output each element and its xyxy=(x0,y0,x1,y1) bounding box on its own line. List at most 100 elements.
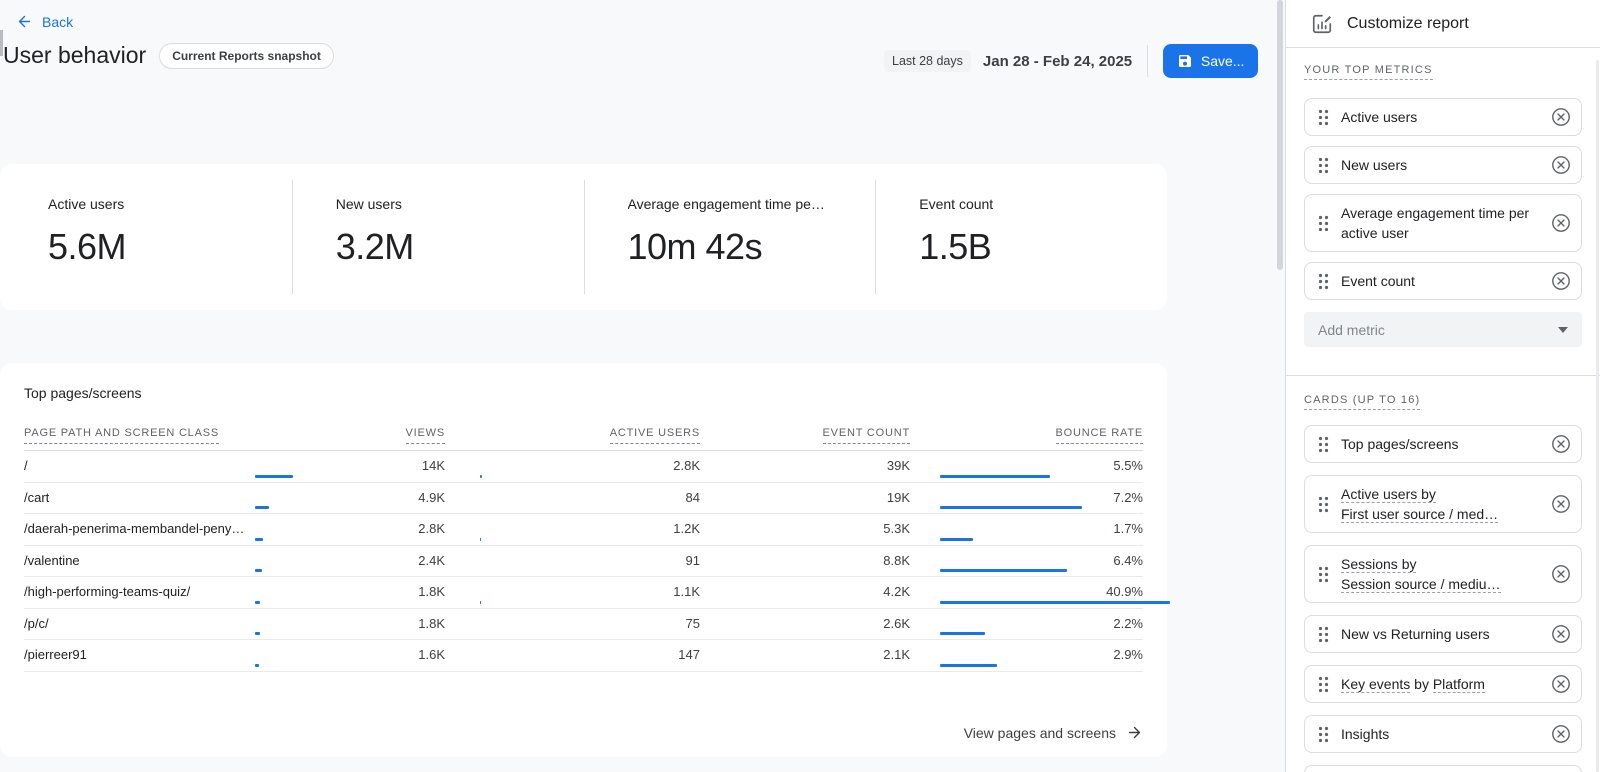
label-text: by xyxy=(1410,676,1433,692)
edit-chart-icon xyxy=(1311,13,1333,35)
drag-handle-icon[interactable] xyxy=(1318,726,1329,743)
metric-item[interactable]: Active users xyxy=(1304,98,1582,136)
views-bar xyxy=(255,475,293,478)
chevron-down-icon xyxy=(1558,327,1568,333)
metric-item[interactable]: Event count xyxy=(1304,262,1582,300)
date-range-text[interactable]: Jan 28 - Feb 24, 2025 xyxy=(983,53,1132,70)
cell-active: 1.1K xyxy=(480,577,700,608)
cell-event: 2.6K xyxy=(712,609,910,640)
table-row: /14K2.8K39K5.5% xyxy=(24,451,1143,483)
cell-value: 19K xyxy=(887,490,910,505)
drag-handle-icon[interactable] xyxy=(1318,215,1329,232)
table-row: /p/c/1.8K752.6K2.2% xyxy=(24,609,1143,641)
cell-active: 84 xyxy=(480,483,700,514)
report-card-item[interactable]: New vs Returning users xyxy=(1304,615,1582,653)
metric-item[interactable]: Average engagement time peractive user xyxy=(1304,194,1582,252)
customize-report-panel: Customize report YOUR TOP METRICS Active… xyxy=(1285,0,1600,772)
views-bar xyxy=(255,538,263,541)
drag-handle-icon[interactable] xyxy=(1318,109,1329,126)
back-arrow-icon xyxy=(16,13,33,30)
card-label-line: Active users by xyxy=(1341,484,1539,504)
cell-value: 39K xyxy=(887,458,910,473)
bounce-bar xyxy=(940,569,1067,572)
table-row: /cart4.9K8419K7.2% xyxy=(24,483,1143,515)
views-bar xyxy=(255,601,260,604)
add-metric-dropdown[interactable]: Add metric xyxy=(1304,312,1582,347)
label-text: Insights xyxy=(1341,726,1389,742)
card-label: New users xyxy=(1341,155,1539,175)
cell-value: 2.4K xyxy=(418,553,445,568)
cell-value: 2.8K xyxy=(418,521,445,536)
drag-handle-icon[interactable] xyxy=(1318,626,1329,643)
remove-card-button[interactable] xyxy=(1551,724,1571,744)
remove-card-button[interactable] xyxy=(1551,155,1571,175)
summary-metrics-card: Active users 5.6M New users 3.2M Average… xyxy=(0,164,1167,310)
card-label: Key events by Platform xyxy=(1341,674,1539,694)
remove-card-button[interactable] xyxy=(1551,271,1571,291)
cell-value: 84 xyxy=(686,490,700,505)
table-row: /pierreer911.6K1472.1K2.9% xyxy=(24,640,1143,672)
panel-body: YOUR TOP METRICS Active usersNew usersAv… xyxy=(1286,48,1600,772)
cell-active: 91 xyxy=(480,546,700,577)
drag-handle-icon[interactable] xyxy=(1318,496,1329,513)
report-snapshot-badge: Current Reports snapshot xyxy=(159,43,334,69)
cell-active: 2.8K xyxy=(480,451,700,482)
drag-handle-icon[interactable] xyxy=(1318,676,1329,693)
cell-value: 2.2% xyxy=(1113,616,1143,631)
drag-handle-icon[interactable] xyxy=(1318,566,1329,583)
card-label-line: Event count xyxy=(1341,271,1539,291)
back-button[interactable]: Back xyxy=(16,13,73,30)
remove-card-button[interactable] xyxy=(1551,674,1571,694)
remove-card-button[interactable] xyxy=(1551,564,1571,584)
label-text: First user source / med… xyxy=(1341,506,1498,523)
date-range-chip[interactable]: Last 28 days xyxy=(884,50,971,72)
cell-value: 1.8K xyxy=(418,616,445,631)
remove-icon xyxy=(1551,271,1571,291)
cell-bounce: 1.7% xyxy=(940,514,1143,545)
cell-page-path: / xyxy=(24,451,255,482)
label-text: Active users by xyxy=(1341,486,1436,503)
cell-value: 7.2% xyxy=(1113,490,1143,505)
report-card-item[interactable]: Sessions bySession source / mediu… xyxy=(1304,545,1582,603)
metric-active-users: Active users 5.6M xyxy=(0,164,292,310)
panel-scrollbar[interactable] xyxy=(1596,60,1599,772)
report-card-item[interactable]: Active users by First user source / med… xyxy=(1304,475,1582,533)
card-label-line: Session source / mediu… xyxy=(1341,574,1539,594)
header-divider xyxy=(1147,45,1148,77)
cell-value: 2.1K xyxy=(883,647,910,662)
main-scrollbar-thumb[interactable] xyxy=(1277,0,1283,270)
cell-value: 1.2K xyxy=(673,521,700,536)
views-bar xyxy=(255,506,269,509)
cell-bounce: 2.9% xyxy=(940,640,1143,671)
metric-label: Active users xyxy=(48,196,282,212)
cell-bounce: 6.4% xyxy=(940,546,1143,577)
label-text: Active users xyxy=(1341,109,1417,125)
remove-card-button[interactable] xyxy=(1551,213,1571,233)
views-bar xyxy=(255,664,259,667)
cell-value: 1.1K xyxy=(673,584,700,599)
view-pages-link[interactable]: View pages and screens xyxy=(964,724,1143,741)
column-header-bounce-rate: BOUNCE RATE xyxy=(940,427,1143,444)
remove-card-button[interactable] xyxy=(1551,107,1571,127)
card-label-line: New users xyxy=(1341,155,1539,175)
bounce-bar xyxy=(940,601,1170,604)
remove-card-button[interactable] xyxy=(1551,624,1571,644)
label-text: Session source / mediu… xyxy=(1341,576,1501,593)
drag-handle-icon[interactable] xyxy=(1318,273,1329,290)
cell-value: 1.7% xyxy=(1113,521,1143,536)
report-card-item[interactable]: Top pages/screens xyxy=(1304,425,1582,463)
report-card-item[interactable]: Insights xyxy=(1304,715,1582,753)
report-card-item[interactable]: Key events by Platform xyxy=(1304,665,1582,703)
bounce-bar xyxy=(940,475,1050,478)
drag-handle-icon[interactable] xyxy=(1318,157,1329,174)
remove-card-button[interactable] xyxy=(1551,434,1571,454)
cell-value: 8.8K xyxy=(883,553,910,568)
metric-item[interactable]: New users xyxy=(1304,146,1582,184)
save-button[interactable]: Save... xyxy=(1163,44,1258,78)
remove-card-button[interactable] xyxy=(1551,494,1571,514)
top-pages-card: Top pages/screens PAGE PATH AND SCREEN C… xyxy=(0,363,1167,757)
column-header-event-count: EVENT COUNT xyxy=(712,427,910,444)
report-card-item[interactable]: Active users by City xyxy=(1304,765,1582,772)
drag-handle-icon[interactable] xyxy=(1318,436,1329,453)
metric-event-count: Event count 1.5B xyxy=(875,164,1167,310)
